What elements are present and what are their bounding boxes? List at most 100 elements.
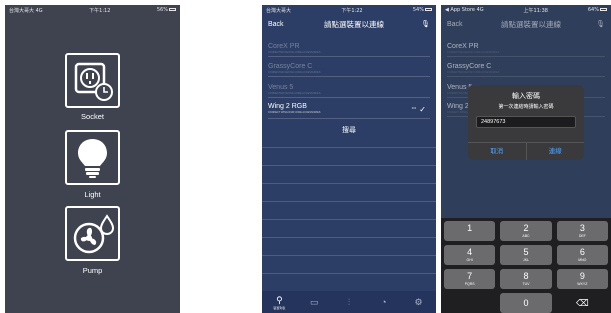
device-name: CoreX PR	[268, 43, 300, 50]
back-button[interactable]: Back	[447, 21, 477, 28]
divider	[262, 255, 436, 256]
battery-text: 64%	[587, 7, 599, 13]
device-row[interactable]: CoreX PR CONNECTED DEVICE CORE ACCESSORI…	[447, 43, 605, 57]
device-name: Venus 5	[268, 84, 294, 91]
page-title: 請點選裝置以連線	[501, 19, 561, 29]
pump-button[interactable]	[65, 206, 120, 261]
key-letters: WXYZ	[577, 282, 588, 286]
key-7[interactable]: 7 PQRS	[444, 269, 496, 289]
key-digit: 5	[523, 247, 529, 257]
info-icon[interactable]: •••	[412, 105, 416, 110]
battery-indicator: 54%	[413, 7, 432, 13]
device-row[interactable]: GrassyCore C CONNECTED DEVICE CORE ACCES…	[268, 63, 430, 77]
key-letters: GHI	[466, 258, 473, 262]
dialog-title: 輸入密碼	[512, 93, 540, 100]
device-subtitle: CONNECT WING RGB CORE ACCESSORIES	[268, 111, 321, 114]
pump-label: Pump	[82, 266, 103, 275]
key-digit: 6	[579, 247, 585, 257]
tab-schedule[interactable]: ◔	[366, 291, 401, 313]
microphone-icon[interactable]: 🎙	[410, 20, 430, 28]
status-bar: ◀ App Store 4G 上午11:38 64%	[441, 5, 611, 15]
battery-text: 56%	[156, 7, 168, 13]
scan-button[interactable]: 搜尋	[262, 125, 436, 135]
divider	[262, 273, 436, 274]
key-digit: 3	[579, 223, 585, 233]
back-button[interactable]: Back	[268, 21, 298, 28]
socket-button[interactable]	[65, 53, 120, 108]
key-digit: 7	[467, 271, 473, 281]
tab-settings[interactable]: ⚙	[401, 291, 436, 313]
divider	[262, 201, 436, 202]
device-subtitle: CONNECTED DEVICE CORE ACCESSORIES	[268, 92, 321, 95]
device-subtitle: CONNECTED DEVICE CORE ACCESSORIES	[447, 51, 500, 54]
status-bar: 台灣大哥大 下午1:22 54%	[262, 5, 436, 15]
key-letters: MNO	[578, 258, 587, 262]
key-letters: TUV	[522, 282, 530, 286]
divider	[262, 147, 436, 148]
key-digit: 4	[467, 247, 473, 257]
carrier-text: 台灣大哥大 4G	[9, 7, 43, 14]
key-digit: 9	[579, 271, 585, 281]
socket-label: Socket	[81, 112, 104, 121]
cancel-button[interactable]: 取消	[468, 143, 527, 160]
password-dialog: 輸入密碼 第一次連結時請輸入密碼 24897673 取消 連線	[468, 85, 584, 160]
battery-icon	[425, 8, 432, 11]
device-subtitle: CONNECTED DEVICE CORE ACCESSORIES	[268, 51, 321, 54]
device-row[interactable]: CoreX PR CONNECTED DEVICE CORE ACCESSORI…	[268, 43, 430, 57]
key-9[interactable]: 9 WXYZ	[556, 269, 608, 289]
dialog-buttons: 取消 連線	[468, 142, 584, 160]
time-text: 下午1:22	[341, 7, 363, 14]
tab-bar: ⚲ 裝置列表 ▭ ⫶ ◔ ⚙	[262, 291, 436, 313]
battery-icon	[168, 8, 176, 11]
phone-device-menu: 台灣大哥大 4G 下午1:12 56% Socket Light Pump	[5, 5, 180, 313]
device-row[interactable]: Venus 5 CONNECTED DEVICE CORE ACCESSORIE…	[268, 84, 430, 98]
status-bar: 台灣大哥大 4G 下午1:12 56%	[5, 5, 180, 15]
key-digit: 8	[523, 271, 529, 281]
key-2[interactable]: 2 ABC	[500, 221, 552, 241]
numeric-keypad: 1 2 ABC 3 DEF 4 GHI 5 JKL 6 MNO 7 PQRS 8 TUV 9W…	[441, 218, 611, 313]
dialog-message: 第一次連結時請輸入密碼	[498, 104, 554, 110]
light-button[interactable]	[65, 130, 120, 185]
key-1[interactable]: 1	[444, 221, 496, 241]
key-letters: DEF	[578, 234, 586, 238]
key-4[interactable]: 4 GHI	[444, 245, 496, 265]
divider	[262, 219, 436, 220]
key-letters: JKL	[522, 258, 529, 262]
device-name: Wing 2 RGB	[268, 103, 307, 110]
tab-label: 裝置列表	[273, 305, 286, 310]
tab-device-list[interactable]: ⚲ 裝置列表	[262, 291, 297, 313]
key-0[interactable]: 0	[500, 293, 552, 313]
nav-bar: Back 請點選裝置以連線 🎙	[441, 16, 611, 32]
device-subtitle: CONNECTED DEVICE CORE ACCESSORIES	[447, 71, 500, 74]
gear-icon: ⚙	[414, 297, 423, 307]
light-label: Light	[84, 190, 101, 199]
device-row[interactable]: GrassyCore C CONNECTED DEVICE CORE ACCES…	[447, 63, 605, 77]
device-name: GrassyCore C	[447, 63, 492, 70]
tab-monitor[interactable]: ▭	[297, 291, 332, 313]
carrier-text: 台灣大哥大	[266, 7, 292, 14]
sliders-icon: ⫶	[347, 297, 351, 307]
key-6[interactable]: 6 MNO	[556, 245, 608, 265]
connect-button[interactable]: 連線	[527, 143, 585, 160]
battery-indicator: 64%	[588, 7, 607, 13]
device-subtitle: CONNECTED DEVICE CORE ACCESSORIES	[268, 71, 321, 74]
key-8[interactable]: 8 TUV	[500, 269, 552, 289]
password-input[interactable]: 24897673	[476, 116, 576, 128]
battery-indicator: 56%	[157, 7, 176, 13]
key-3[interactable]: 3 DEF	[556, 221, 608, 241]
divider	[262, 183, 436, 184]
microphone-icon[interactable]: 🎙	[585, 20, 605, 28]
monitor-icon: ▭	[309, 297, 319, 307]
time-text: 上午11:38	[523, 7, 548, 14]
tab-sliders[interactable]: ⫶	[332, 291, 367, 313]
key-5[interactable]: 5 JKL	[500, 245, 552, 265]
clock-icon: ◔	[381, 297, 387, 307]
delete-key-icon[interactable]: ⌫	[557, 293, 608, 313]
phone-password-prompt: ◀ App Store 4G 上午11:38 64% Back 請點選裝置以連線…	[441, 5, 611, 313]
divider	[262, 165, 436, 166]
device-name: CoreX PR	[447, 43, 479, 50]
device-row-selected[interactable]: Wing 2 RGB CONNECT WING RGB CORE ACCESSO…	[268, 103, 430, 119]
phone-device-list: 台灣大哥大 下午1:22 54% Back 請點選裝置以連線 🎙 CoreX P…	[262, 5, 436, 313]
device-name: GrassyCore C	[268, 63, 313, 70]
search-device-icon: ⚲	[276, 294, 283, 305]
